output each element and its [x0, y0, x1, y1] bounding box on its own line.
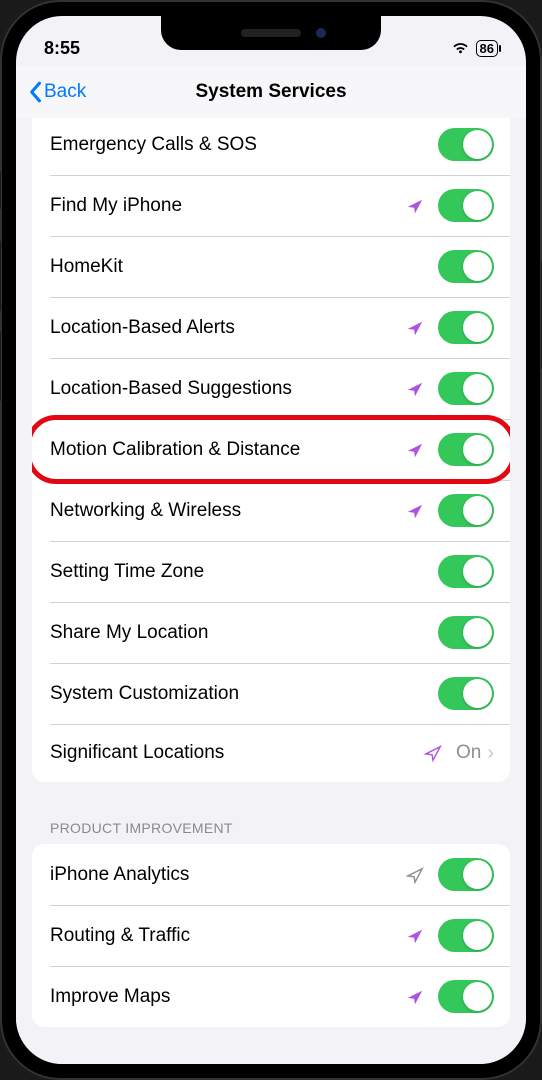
- row-label: Share My Location: [50, 622, 438, 644]
- toggle-switch[interactable]: [438, 555, 494, 588]
- settings-row: System Customization: [32, 663, 510, 724]
- location-arrow-icon: [406, 866, 424, 884]
- significant-locations-row[interactable]: Significant Locations On ›: [32, 724, 510, 782]
- volume-down-button: [0, 330, 1, 402]
- settings-row: iPhone Analytics: [32, 844, 510, 905]
- toggle-switch[interactable]: [438, 677, 494, 710]
- settings-row: Setting Time Zone: [32, 541, 510, 602]
- mute-switch: [0, 170, 1, 210]
- battery-icon: 86: [476, 40, 498, 57]
- row-label: Networking & Wireless: [50, 500, 406, 522]
- row-label: System Customization: [50, 683, 438, 705]
- toggle-switch[interactable]: [438, 616, 494, 649]
- status-right: 86: [451, 40, 498, 57]
- settings-row: HomeKit: [32, 236, 510, 297]
- toggle-switch[interactable]: [438, 128, 494, 161]
- location-arrow-icon: [406, 197, 424, 215]
- row-label: Find My iPhone: [50, 195, 406, 217]
- toggle-switch[interactable]: [438, 919, 494, 952]
- nav-bar: Back System Services: [16, 66, 526, 118]
- row-label: Motion Calibration & Distance: [50, 439, 406, 461]
- settings-row: Find My iPhone: [32, 175, 510, 236]
- settings-row: Location-Based Alerts: [32, 297, 510, 358]
- settings-row: Improve Maps: [32, 966, 510, 1027]
- row-label: Setting Time Zone: [50, 561, 438, 583]
- status-time: 8:55: [44, 38, 80, 59]
- toggle-switch[interactable]: [438, 250, 494, 283]
- row-label: Location-Based Alerts: [50, 317, 406, 339]
- location-arrow-icon: [406, 502, 424, 520]
- chevron-left-icon: [28, 81, 42, 103]
- system-services-group: Emergency Calls & SOS Find My iPhone HomeK…: [32, 118, 510, 782]
- row-label: Significant Locations: [50, 742, 424, 764]
- toggle-switch[interactable]: [438, 858, 494, 891]
- nav-title: System Services: [16, 81, 526, 103]
- row-label: HomeKit: [50, 256, 438, 278]
- section-header-product-improvement: PRODUCT IMPROVEMENT: [16, 814, 526, 844]
- location-arrow-icon: [406, 927, 424, 945]
- toggle-switch[interactable]: [438, 311, 494, 344]
- location-arrow-icon: [406, 380, 424, 398]
- toggle-switch[interactable]: [438, 494, 494, 527]
- back-button[interactable]: Back: [28, 81, 86, 103]
- settings-row: Routing & Traffic: [32, 905, 510, 966]
- back-label: Back: [44, 81, 86, 103]
- location-arrow-icon: [424, 744, 442, 762]
- content-scroll[interactable]: Emergency Calls & SOS Find My iPhone HomeK…: [16, 118, 526, 1064]
- chevron-right-icon: ›: [487, 742, 494, 765]
- row-label: iPhone Analytics: [50, 864, 406, 886]
- toggle-switch[interactable]: [438, 433, 494, 466]
- settings-row: Share My Location: [32, 602, 510, 663]
- footer-note: Allow Apple to use your frequent locatio…: [16, 1059, 526, 1064]
- settings-row: Motion Calibration & Distance: [32, 419, 510, 480]
- location-arrow-icon: [406, 988, 424, 1006]
- row-label: Emergency Calls & SOS: [50, 134, 438, 156]
- product-improvement-group: iPhone Analytics Routing & Traffic Improve…: [32, 844, 510, 1027]
- row-label: Location-Based Suggestions: [50, 378, 406, 400]
- row-label: Improve Maps: [50, 986, 406, 1008]
- location-arrow-icon: [406, 319, 424, 337]
- toggle-switch[interactable]: [438, 980, 494, 1013]
- settings-row: Networking & Wireless: [32, 480, 510, 541]
- wifi-icon: [451, 41, 470, 55]
- notch: [161, 16, 381, 50]
- row-label: Routing & Traffic: [50, 925, 406, 947]
- row-value: On: [456, 742, 481, 764]
- settings-row: Location-Based Suggestions: [32, 358, 510, 419]
- toggle-switch[interactable]: [438, 372, 494, 405]
- location-arrow-icon: [406, 441, 424, 459]
- device-frame: 8:55 86 Back System Services Emergency C…: [0, 0, 542, 1080]
- toggle-switch[interactable]: [438, 189, 494, 222]
- volume-up-button: [0, 240, 1, 312]
- screen: 8:55 86 Back System Services Emergency C…: [16, 16, 526, 1064]
- settings-row: Emergency Calls & SOS: [32, 118, 510, 175]
